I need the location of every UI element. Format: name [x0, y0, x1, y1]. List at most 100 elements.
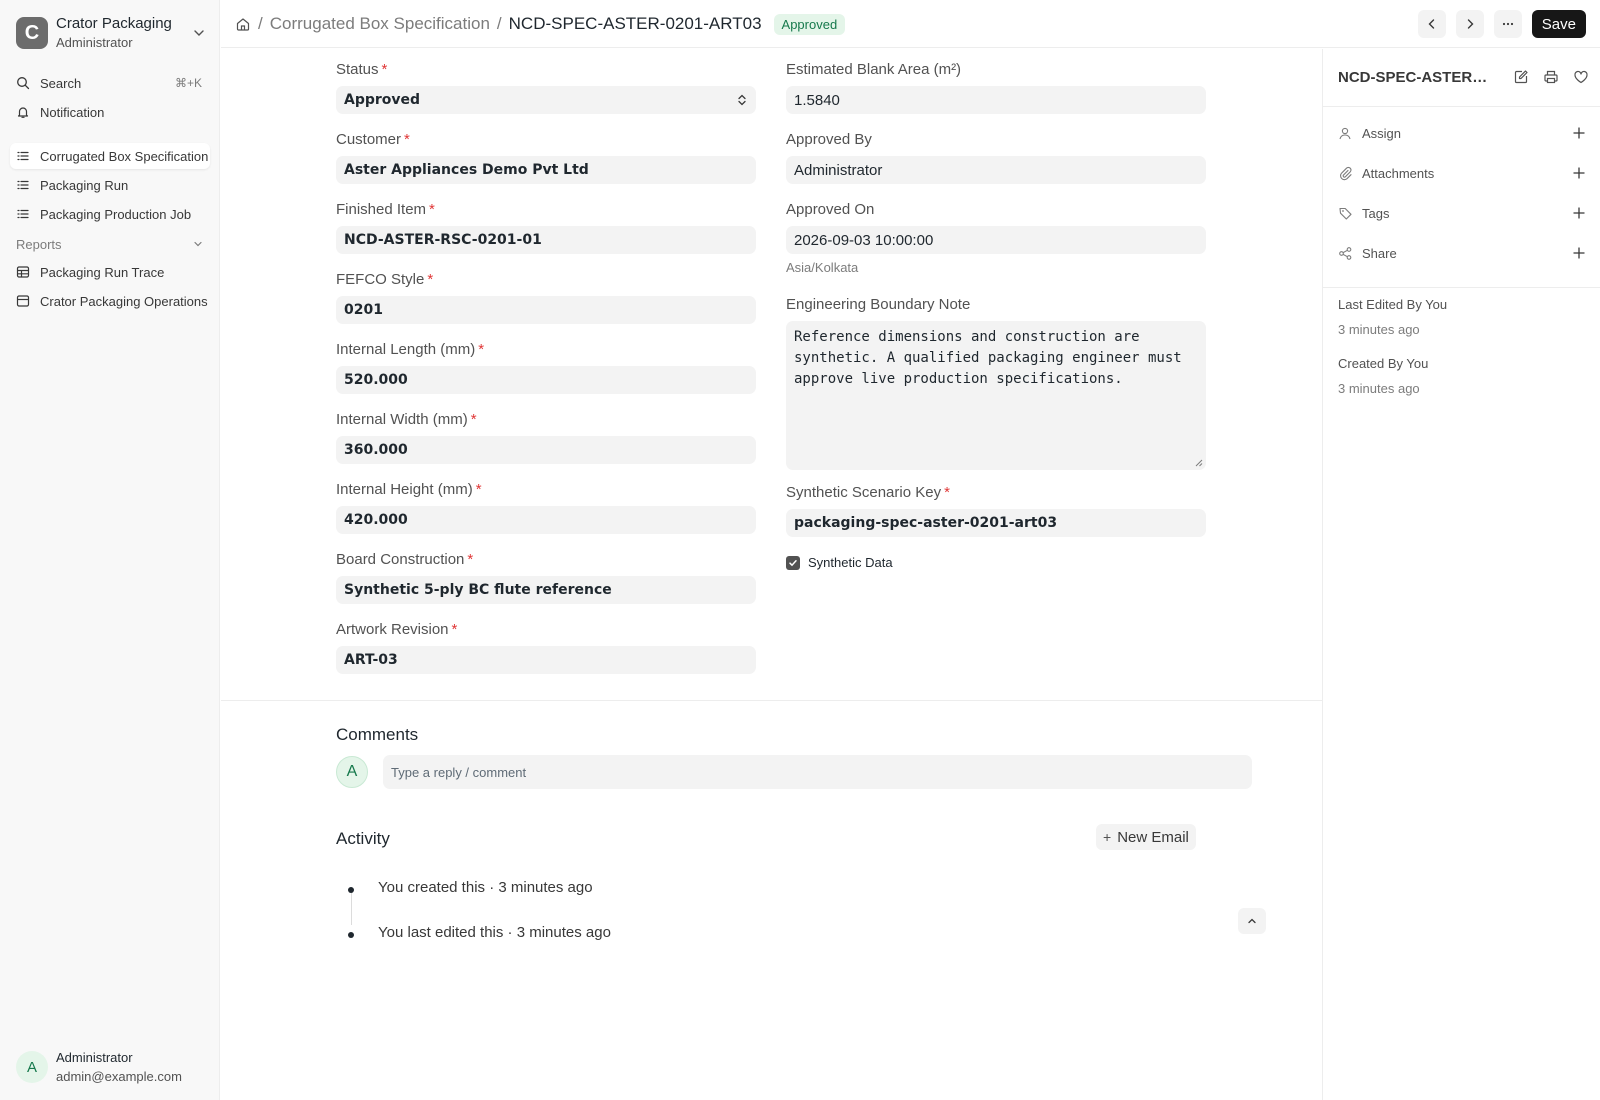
resize-handle-icon[interactable] — [1195, 459, 1203, 467]
activity-item: You last edited this · 3 minutes ago — [378, 924, 611, 941]
user-menu[interactable]: A Administrator admin@example.com — [16, 1049, 206, 1085]
printer-icon[interactable] — [1543, 69, 1559, 85]
sidebar-notification[interactable]: Notification — [10, 99, 210, 125]
field-label: Internal Width (mm) — [336, 411, 468, 428]
last-edited-time: 3 minutes ago — [1338, 322, 1420, 337]
attachments-row[interactable]: Attachments — [1338, 163, 1586, 183]
search-icon — [17, 77, 30, 90]
required-mark: * — [427, 271, 434, 288]
check-icon — [789, 559, 797, 566]
page-header: / Corrugated Box Specification / NCD-SPE… — [221, 0, 1600, 48]
board-construction-input[interactable]: Synthetic 5-ply BC flute reference — [336, 576, 756, 604]
artwork-revision-input[interactable]: ART-03 — [336, 646, 756, 674]
approved-on-input[interactable]: 2026-09-03 10:00:00 — [786, 226, 1206, 254]
field-label: Customer — [336, 131, 402, 148]
select-arrows-icon — [738, 94, 746, 106]
list-icon — [17, 151, 29, 161]
workspace-role: Administrator — [56, 35, 133, 50]
edit-icon[interactable] — [1513, 69, 1529, 85]
panel-divider — [1323, 287, 1600, 288]
chevron-right-icon — [1467, 19, 1474, 29]
scenario-key-field: Synthetic Scenario Key * packaging-spec-a… — [786, 483, 1206, 537]
search-shortcut: ⌘+K — [174, 76, 202, 90]
heart-icon[interactable] — [1573, 69, 1589, 85]
sidebar-search-label: Search — [40, 75, 82, 91]
breadcrumb: / Corrugated Box Specification / NCD-SPE… — [235, 0, 846, 48]
internal-length-input[interactable]: 520.000 — [336, 366, 756, 394]
sidebar-item-label: Corrugated Box Specification — [40, 148, 209, 164]
assign-row[interactable]: Assign — [1338, 123, 1586, 143]
customer-input[interactable]: Aster Appliances Demo Pvt Ltd — [336, 156, 756, 184]
created-info: Created By You 3 minutes ago — [1338, 356, 1428, 396]
sidebar-item-packaging-production-job[interactable]: Packaging Production Job — [10, 201, 210, 227]
home-icon[interactable] — [235, 16, 251, 32]
sidebar-item-label: Packaging Run Trace — [40, 264, 165, 280]
sidebar-item-label: Packaging Production Job — [40, 206, 192, 222]
scenario-key-input[interactable]: packaging-spec-aster-0201-art03 — [786, 509, 1206, 537]
sidebar-item-packaging-run[interactable]: Packaging Run — [10, 172, 210, 198]
avatar: A — [336, 756, 368, 788]
board-construction-field: Board Construction * Synthetic 5-ply BC f… — [336, 550, 756, 604]
sidebar-item-packaging-run-trace[interactable]: Packaging Run Trace — [10, 259, 210, 285]
breadcrumb-doctype-link[interactable]: Corrugated Box Specification — [270, 14, 490, 34]
blank-area-input[interactable]: 1.5840 — [786, 86, 1206, 114]
last-edited-info: Last Edited By You 3 minutes ago — [1338, 297, 1447, 337]
plus-icon[interactable] — [1572, 206, 1586, 220]
plus-icon[interactable] — [1572, 246, 1586, 260]
blank-area-value: 1.5840 — [794, 91, 840, 109]
checkbox-checked[interactable] — [786, 555, 800, 570]
status-select[interactable]: Approved — [336, 86, 756, 114]
finished-item-value: NCD-ASTER-RSC-0201-01 — [344, 232, 542, 248]
workspace-switcher[interactable]: C Crator Packaging Administrator — [16, 15, 206, 50]
comment-input[interactable]: Type a reply / comment — [383, 755, 1252, 789]
plus-icon: + — [1103, 829, 1112, 845]
approved-by-input[interactable]: Administrator — [786, 156, 1206, 184]
sidebar-search[interactable]: Search ⌘+K — [10, 70, 210, 96]
approved-by-field: Approved By Administrator — [786, 130, 1206, 184]
chevron-down-icon — [194, 241, 202, 247]
boundary-note-textarea[interactable]: Reference dimensions and construction ar… — [786, 321, 1206, 470]
required-mark: * — [404, 131, 410, 148]
finished-item-field: Finished Item * NCD-ASTER-RSC-0201-01 — [336, 200, 756, 254]
finished-item-input[interactable]: NCD-ASTER-RSC-0201-01 — [336, 226, 756, 254]
plus-icon[interactable] — [1572, 166, 1586, 180]
next-doc-button[interactable] — [1455, 10, 1484, 38]
required-mark: * — [467, 551, 474, 568]
comments-title: Comments — [336, 725, 419, 744]
internal-height-value: 420.000 — [344, 512, 408, 528]
field-label: Approved On — [786, 201, 875, 218]
customer-value: Aster Appliances Demo Pvt Ltd — [344, 162, 589, 178]
created-label: Created By You — [1338, 356, 1429, 371]
doc-name: NCD-SPEC-ASTER-0201-ART03 — [1338, 69, 1488, 86]
internal-width-input[interactable]: 360.000 — [336, 436, 756, 464]
status-value: Approved — [344, 92, 421, 108]
timeline-dot — [348, 887, 354, 893]
field-label: Board Construction — [336, 551, 465, 568]
required-mark: * — [451, 621, 458, 638]
new-email-button[interactable]: + New Email — [1096, 824, 1196, 850]
more-actions-button[interactable] — [1493, 10, 1522, 38]
list-icon — [17, 180, 29, 190]
save-button[interactable]: Save — [1531, 10, 1586, 38]
breadcrumb-separator: / — [496, 14, 502, 33]
internal-height-field: Internal Height (mm) * 420.000 — [336, 480, 756, 534]
internal-width-field: Internal Width (mm) * 360.000 — [336, 410, 756, 464]
sidebar-section-reports[interactable]: Reports — [16, 234, 204, 254]
synthetic-data-checkbox[interactable]: Synthetic Data — [786, 555, 893, 570]
field-label: Approved By — [786, 131, 872, 148]
share-row[interactable]: Share — [1338, 243, 1586, 263]
field-label: Estimated Blank Area (m²) — [786, 61, 962, 78]
sidebar-item-crator-packaging-operations[interactable]: Crator Packaging Operations — [10, 288, 210, 314]
sidebar-section-label: Reports — [16, 236, 62, 252]
collapse-activity-button[interactable] — [1238, 908, 1266, 934]
tags-row[interactable]: Tags — [1338, 203, 1586, 223]
internal-height-input[interactable]: 420.000 — [336, 506, 756, 534]
required-mark: * — [944, 484, 950, 501]
plus-icon[interactable] — [1572, 126, 1586, 140]
fefco-style-input[interactable]: 0201 — [336, 296, 756, 324]
share-label: Share — [1362, 245, 1397, 261]
previous-doc-button[interactable] — [1417, 10, 1446, 38]
required-mark: * — [475, 481, 482, 498]
sidebar-right: NCD-SPEC-ASTER-0201-ART03 Assign Attachm… — [1322, 49, 1600, 1100]
sidebar-item-corrugated-box-specification[interactable]: Corrugated Box Specification — [10, 143, 210, 169]
